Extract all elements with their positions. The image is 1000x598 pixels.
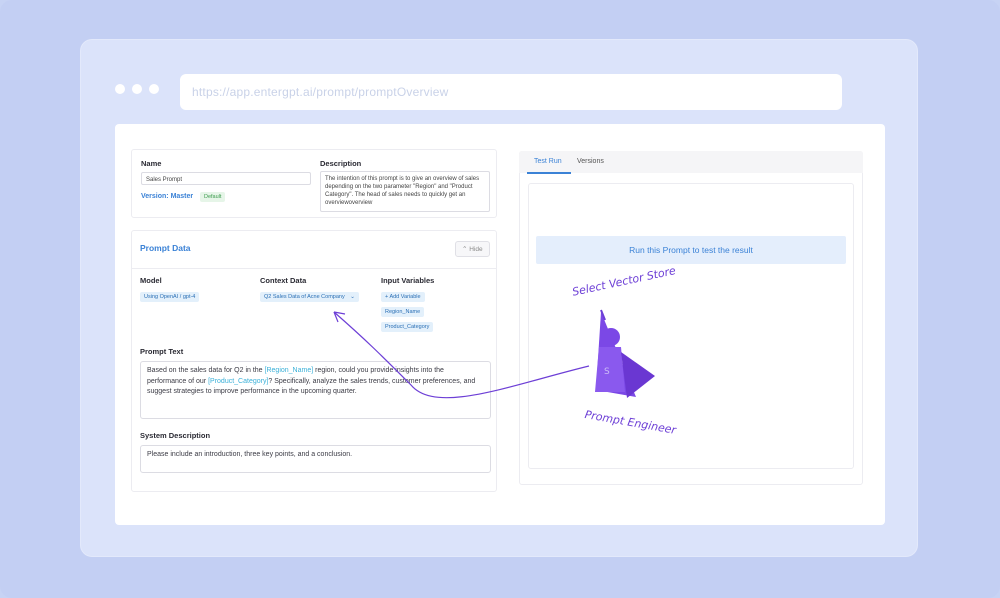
- input-variables-label: Input Variables: [381, 276, 435, 285]
- address-bar[interactable]: https://app.entergpt.ai/prompt/promptOve…: [180, 74, 842, 110]
- svg-text:S: S: [604, 367, 610, 377]
- prompt-text-textarea[interactable]: Based on the sales data for Q2 in the [R…: [140, 361, 491, 419]
- plus-icon: +: [385, 294, 389, 300]
- context-data-value: Q2 Sales Data of Acne Company: [264, 294, 345, 300]
- hide-button-label: Hide: [469, 246, 483, 253]
- chevron-up-icon: ⌃: [462, 246, 468, 253]
- system-description-textarea[interactable]: Please include an introduction, three ke…: [140, 445, 491, 473]
- prompt-details-card: Name Sales Prompt Version: Master Defaul…: [131, 149, 497, 218]
- prompt-engineer-mascot-icon: S: [595, 309, 655, 398]
- version-default-badge: Default: [200, 192, 226, 202]
- context-data-label: Context Data: [260, 276, 307, 285]
- right-panel-tabbar: Test Run Versions: [519, 151, 863, 173]
- model-label: Model: [140, 276, 162, 285]
- hide-button[interactable]: ⌃ Hide: [455, 241, 490, 257]
- window-controls: [115, 84, 159, 94]
- test-run-inner-panel: [528, 183, 854, 469]
- context-data-select[interactable]: Q2 Sales Data of Acne Company ⌄: [260, 292, 359, 302]
- tab-versions[interactable]: Versions: [577, 158, 604, 165]
- window-dot-minimize[interactable]: [132, 84, 142, 94]
- version-label[interactable]: Version: Master: [141, 193, 193, 200]
- name-input[interactable]: Sales Prompt: [141, 172, 311, 185]
- browser-window: https://app.entergpt.ai/prompt/promptOve…: [80, 39, 918, 557]
- window-dot-maximize[interactable]: [149, 84, 159, 94]
- active-tab-indicator: [527, 172, 571, 174]
- prompt-data-card: Prompt Data ⌃ Hide Model Using OpenAI / …: [131, 230, 497, 492]
- tab-test-run[interactable]: Test Run: [534, 158, 562, 165]
- prompt-text-label: Prompt Text: [140, 347, 184, 356]
- add-variable-label: Add Variable: [389, 294, 421, 300]
- prompt-variable-region: [Region_Name]: [264, 367, 314, 374]
- window-dot-close[interactable]: [115, 84, 125, 94]
- prompt-text-part: Based on the sales data for Q2 in the: [147, 367, 265, 374]
- variable-chip-region[interactable]: Region_Name: [381, 307, 425, 317]
- chevron-down-icon: ⌄: [350, 294, 355, 300]
- prompt-data-title: Prompt Data: [140, 243, 191, 253]
- app-content: Name Sales Prompt Version: Master Defaul…: [115, 124, 885, 525]
- description-label: Description: [320, 159, 362, 168]
- run-prompt-button[interactable]: Run this Prompt to test the result: [536, 236, 846, 264]
- add-variable-button[interactable]: + Add Variable: [381, 292, 425, 302]
- name-label: Name: [141, 159, 162, 168]
- system-description-label: System Description: [140, 431, 211, 440]
- model-chip[interactable]: Using OpenAI / gpt-4: [140, 292, 200, 302]
- section-divider: [132, 268, 496, 269]
- prompt-variable-product: [Product_Category]: [208, 377, 269, 385]
- description-textarea[interactable]: The intention of this prompt is to give …: [320, 171, 490, 212]
- variable-chip-product[interactable]: Product_Category: [381, 322, 434, 332]
